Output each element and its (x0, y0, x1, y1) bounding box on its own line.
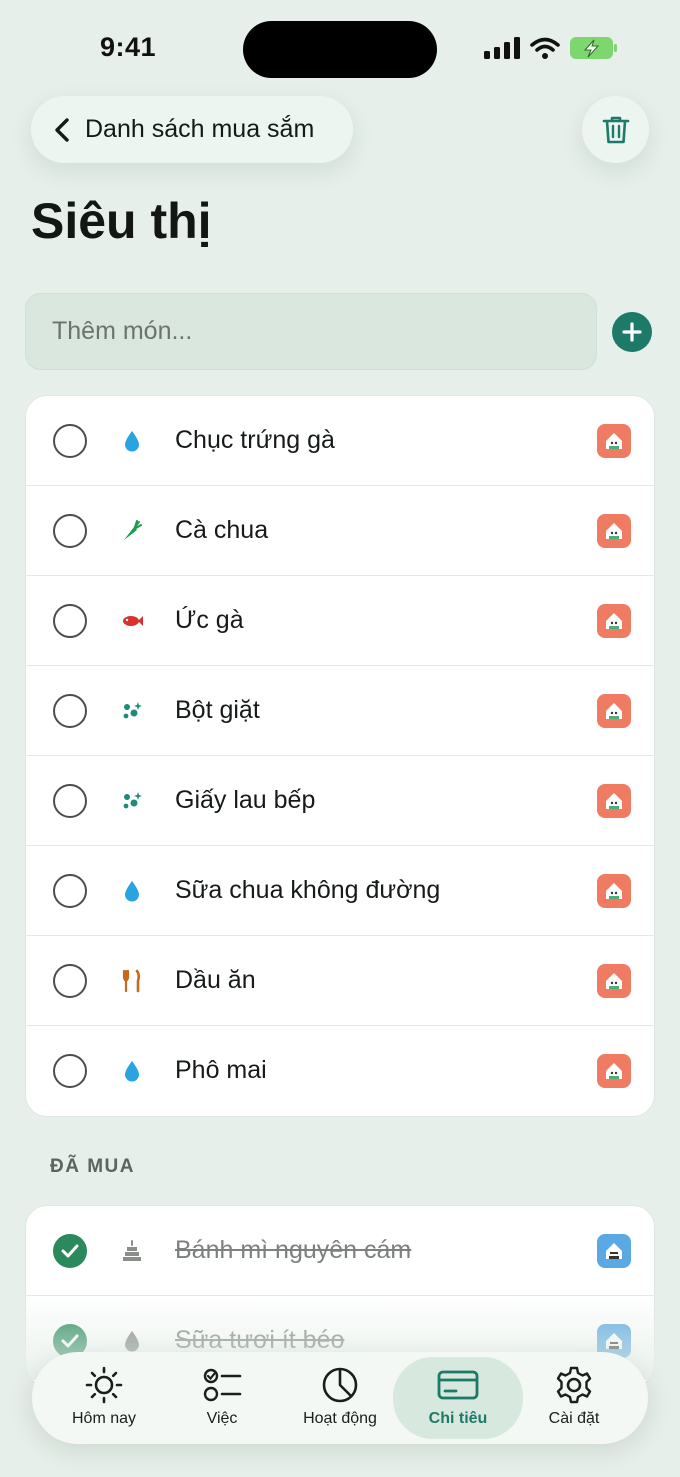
tab-label: Hôm nay (71, 1410, 137, 1427)
house-icon (606, 433, 622, 449)
plus-icon (622, 322, 642, 342)
add-item-input[interactable] (25, 293, 597, 370)
item-label: Ức gà (175, 606, 244, 634)
card-icon (437, 1370, 479, 1400)
status-bar: 9:41 (0, 0, 680, 100)
list-item[interactable]: Bánh mì nguyên cám (26, 1206, 654, 1296)
house-icon (606, 883, 622, 899)
back-button-label: Danh sách mua sắm (85, 115, 315, 143)
item-label: Phô mai (175, 1056, 267, 1084)
add-item-button[interactable] (612, 312, 652, 352)
trash-icon (602, 116, 629, 143)
item-label: Dầu ăn (175, 966, 256, 994)
tab-activity[interactable]: Hoạt động (281, 1352, 399, 1444)
house-icon (606, 523, 622, 539)
assignee-avatar[interactable] (597, 424, 631, 458)
list-item[interactable]: Bột giặt (26, 666, 654, 756)
assignee-avatar[interactable] (597, 694, 631, 728)
assignee-avatar[interactable] (597, 874, 631, 908)
fish-icon (123, 616, 143, 626)
drop-icon (125, 881, 139, 902)
status-time: 9:41 (100, 32, 157, 62)
house-icon (606, 703, 622, 719)
shopping-list: Chục trứng gà Cà chua Ức gà Bột giặt Giấ (25, 395, 655, 1117)
list-item[interactable]: Sữa chua không đường (26, 846, 654, 936)
item-checkbox[interactable] (53, 604, 87, 638)
list-item[interactable]: Phô mai (26, 1026, 654, 1116)
bought-section-header: ĐÃ MUA (50, 1156, 135, 1177)
drop-icon (125, 1061, 139, 1082)
house-icon (606, 1333, 622, 1349)
gear-icon (556, 1366, 592, 1404)
battery-charging-icon (570, 37, 617, 59)
house-icon (606, 1243, 622, 1259)
house-icon (606, 793, 622, 809)
item-label: Bột giặt (175, 696, 260, 724)
item-checkbox[interactable] (53, 1054, 87, 1088)
house-icon (606, 973, 622, 989)
item-checkbox-checked[interactable] (53, 1234, 87, 1268)
carrot-icon (124, 520, 142, 540)
tab-today[interactable]: Hôm nay (45, 1352, 163, 1444)
item-checkbox[interactable] (53, 424, 87, 458)
item-label: Bánh mì nguyên cám (175, 1236, 412, 1264)
item-checkbox[interactable] (53, 784, 87, 818)
back-button[interactable]: Danh sách mua sắm (31, 96, 353, 163)
assignee-avatar[interactable] (597, 784, 631, 818)
list-item[interactable]: Cà chua (26, 486, 654, 576)
assignee-avatar[interactable] (597, 514, 631, 548)
assignee-avatar[interactable] (597, 1234, 631, 1268)
tab-spending[interactable]: Chi tiêu (393, 1357, 523, 1439)
item-checkbox[interactable] (53, 514, 87, 548)
item-checkbox[interactable] (53, 694, 87, 728)
item-label: Giấy lau bếp (175, 786, 316, 814)
sun-icon (85, 1366, 123, 1404)
house-icon (606, 1063, 622, 1079)
status-icons (484, 36, 618, 60)
sparkle-icon (123, 702, 142, 719)
tab-label: Việc (206, 1410, 238, 1427)
item-label: Chục trứng gà (175, 426, 335, 454)
drop-icon (125, 431, 139, 452)
cellular-signal-icon (484, 37, 520, 59)
tab-label: Cài đặt (548, 1410, 600, 1427)
sparkle-icon (123, 792, 142, 809)
list-item[interactable]: Dầu ăn (26, 936, 654, 1026)
list-item[interactable]: Ức gà (26, 576, 654, 666)
list-item[interactable]: Giấy lau bếp (26, 756, 654, 846)
list-item[interactable]: Chục trứng gà (26, 396, 654, 486)
tab-label: Chi tiêu (428, 1410, 488, 1427)
pie-chart-icon (322, 1367, 358, 1403)
assignee-avatar[interactable] (597, 1054, 631, 1088)
item-checkbox[interactable] (53, 874, 87, 908)
dynamic-island (243, 21, 437, 78)
item-label: Sữa chua không đường (175, 876, 441, 904)
chevron-left-icon (55, 117, 69, 142)
assignee-avatar[interactable] (597, 964, 631, 998)
drop-icon (125, 1331, 139, 1352)
item-label: Cà chua (175, 516, 269, 544)
tab-bar: Hôm nay Việc Hoạt động Chi tiêu Cài đặt (32, 1352, 648, 1444)
fork-knife-icon (122, 969, 141, 993)
house-icon (606, 613, 622, 629)
tab-settings[interactable]: Cài đặt (515, 1352, 633, 1444)
checklist-icon (203, 1368, 242, 1402)
page-title: Siêu thị (31, 193, 212, 249)
tab-label: Hoạt động (303, 1410, 377, 1427)
tab-tasks[interactable]: Việc (163, 1352, 281, 1444)
wifi-icon (530, 37, 560, 59)
item-label: Sữa tươi ít béo (175, 1326, 345, 1354)
checkmark-icon (61, 1244, 79, 1258)
delete-list-button[interactable] (582, 96, 649, 163)
item-checkbox[interactable] (53, 964, 87, 998)
cake-icon (123, 1240, 141, 1261)
assignee-avatar[interactable] (597, 604, 631, 638)
